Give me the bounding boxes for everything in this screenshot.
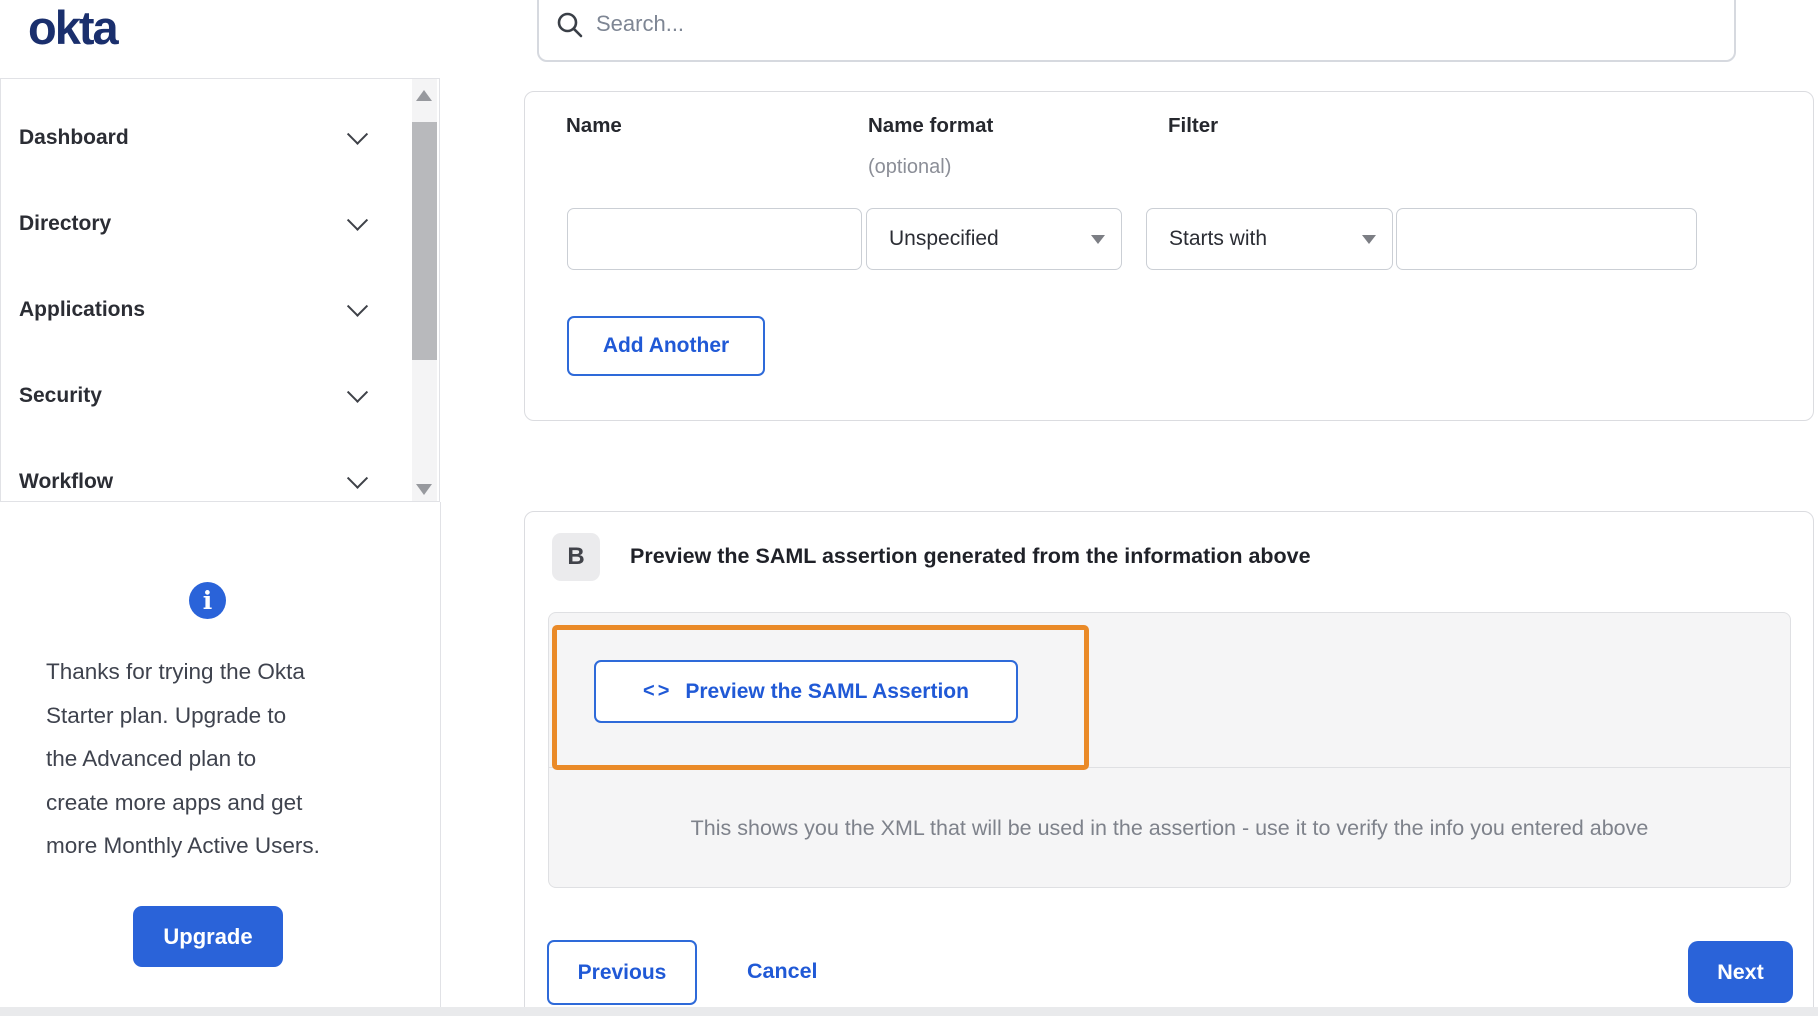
sidebar-nav-panel: Dashboard Directory Applications Securit…	[0, 78, 440, 502]
upgrade-button[interactable]: Upgrade	[133, 906, 283, 967]
global-search-input[interactable]: Search...	[537, 0, 1736, 62]
sidebar-item-workflow[interactable]: Workflow	[19, 462, 369, 502]
scroll-up-arrow-icon[interactable]	[416, 90, 432, 101]
add-another-button[interactable]: Add Another	[567, 316, 765, 376]
sidebar-divider	[440, 502, 441, 1007]
preview-saml-assertion-button[interactable]: <> Preview the SAML Assertion	[594, 660, 1018, 723]
filter-value-input[interactable]	[1396, 208, 1697, 270]
upgrade-message-line: more Monthly Active Users.	[46, 833, 320, 858]
section-b-title: Preview the SAML assertion generated fro…	[630, 544, 1311, 568]
name-column-label: Name	[566, 114, 622, 137]
name-format-column-label: Name format	[868, 114, 994, 137]
sidebar-item-label: Dashboard	[19, 126, 129, 149]
search-placeholder: Search...	[596, 11, 685, 36]
preview-button-label: Preview the SAML Assertion	[685, 679, 969, 703]
filter-type-select[interactable]: Starts with	[1146, 208, 1393, 270]
sidebar-item-applications[interactable]: Applications	[19, 290, 369, 330]
scroll-down-arrow-icon[interactable]	[416, 484, 432, 495]
sidebar-item-label: Workflow	[19, 470, 114, 493]
upgrade-message-line: create more apps and get	[46, 789, 303, 815]
upgrade-message: Thanks for trying the Okta Starter plan.…	[46, 650, 394, 868]
okta-logo: okta	[28, 1, 119, 54]
section-b-badge: B	[552, 533, 600, 581]
chevron-down-icon	[346, 123, 369, 145]
code-brackets-icon: <>	[643, 680, 673, 702]
dropdown-arrow-icon	[1091, 234, 1105, 244]
name-format-selected-value: Unspecified	[889, 227, 999, 250]
sidebar-item-label: Applications	[19, 298, 146, 321]
search-icon	[557, 12, 583, 37]
chevron-down-icon	[346, 467, 369, 489]
sidebar-item-security[interactable]: Security	[19, 376, 369, 416]
name-format-select[interactable]: Unspecified	[866, 208, 1122, 270]
filter-type-selected-value: Starts with	[1169, 227, 1268, 250]
sidebar-item-dashboard[interactable]: Dashboard	[19, 118, 369, 158]
sidebar-item-label: Security	[19, 384, 102, 407]
attribute-name-input[interactable]	[567, 208, 862, 270]
preview-note-section: This shows you the XML that will be used…	[549, 768, 1790, 889]
preview-note-text: This shows you the XML that will be used…	[690, 816, 1649, 840]
cancel-link[interactable]: Cancel	[747, 959, 818, 984]
filter-column-label: Filter	[1168, 114, 1219, 137]
upgrade-message-line: Thanks for trying the Okta	[46, 659, 305, 684]
sidebar-scrollbar-thumb[interactable]	[412, 122, 437, 360]
sidebar-item-label: Directory	[19, 212, 112, 235]
chevron-down-icon	[346, 381, 369, 403]
upgrade-message-line: Starter plan. Upgrade to	[46, 702, 287, 728]
chevron-down-icon	[346, 295, 369, 317]
horizontal-scrollbar[interactable]	[0, 1007, 1818, 1016]
info-icon: i	[189, 582, 226, 619]
sidebar-item-directory[interactable]: Directory	[19, 204, 369, 244]
upgrade-message-line: the Advanced plan to	[46, 746, 257, 771]
okta-admin-wizard-screen: okta Search... Dashboard Directory Appli…	[0, 0, 1818, 1016]
dropdown-arrow-icon	[1362, 234, 1376, 244]
next-button[interactable]: Next	[1688, 941, 1793, 1003]
chevron-down-icon	[346, 209, 369, 231]
name-format-optional-label: (optional)	[868, 156, 952, 178]
previous-button[interactable]: Previous	[547, 940, 697, 1005]
